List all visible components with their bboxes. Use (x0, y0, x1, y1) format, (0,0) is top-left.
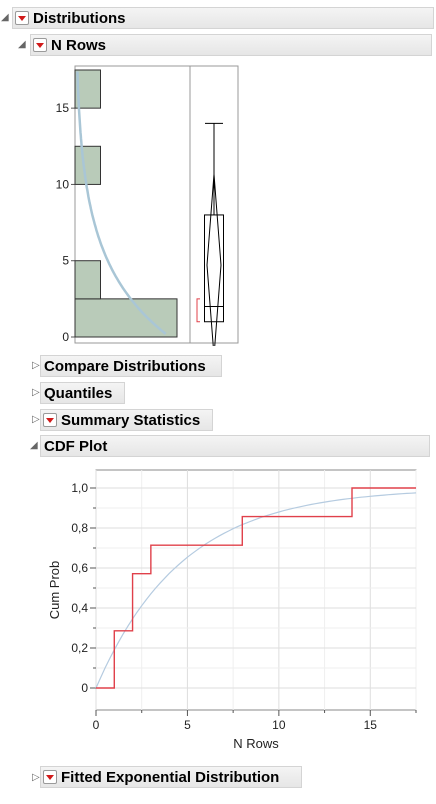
cdf-y-tick-label: 0,6 (71, 561, 88, 575)
n-rows-collapse-icon[interactable]: ◢ (18, 39, 28, 51)
histogram-plot: 0 5 10 15 (56, 65, 239, 346)
cdf-chart: 0 5 10 15 0 0,2 0,4 0,6 0,8 1,0 N Rows Cum Prob (47, 469, 417, 751)
cdf-x-tick-label: 5 (184, 718, 191, 732)
hist-y-tick-label: 15 (56, 101, 70, 115)
cdf-x-tick-label: 15 (364, 718, 378, 732)
hist-y-tick-label: 5 (62, 254, 69, 268)
cdf-y-tick-label: 0,8 (71, 521, 88, 535)
cdf-collapse-icon[interactable]: ◢ (30, 440, 40, 452)
n-rows-menu-icon[interactable] (33, 38, 47, 52)
cdf-y-tick-label: 0,2 (71, 641, 88, 655)
hist-y-tick-label: 10 (56, 177, 70, 191)
cdf-x-tick-label: 10 (272, 718, 286, 732)
summary-menu-icon[interactable] (43, 413, 57, 427)
distributions-menu-icon[interactable] (15, 11, 29, 25)
n-rows-header[interactable]: N Rows (30, 34, 432, 56)
cdf-y-axis-label: Cum Prob (47, 561, 62, 620)
cdf-x-axis-label: N Rows (233, 736, 279, 751)
summary-statistics-header[interactable]: Summary Statistics (40, 409, 213, 431)
cdf-x-tick-label: 0 (93, 718, 100, 732)
histogram-bar (74, 145, 101, 185)
distributions-collapse-icon[interactable]: ◢ (1, 12, 11, 24)
compare-distributions-header[interactable]: Compare Distributions (40, 355, 222, 377)
fitted-exponential-header[interactable]: Fitted Exponential Distribution (40, 766, 302, 788)
cdf-y-tick-label: 0 (81, 681, 88, 695)
hist-y-tick-label: 0 (62, 330, 69, 344)
cdf-plot-header[interactable]: CDF Plot (40, 435, 430, 457)
fitted-menu-icon[interactable] (43, 770, 57, 784)
quantiles-title: Quantiles (44, 385, 113, 402)
histogram-bar (74, 260, 101, 300)
distributions-title: Distributions (33, 10, 126, 27)
cdf-y-tick-label: 0,4 (71, 601, 88, 615)
cdf-plot-area (95, 469, 417, 711)
compare-distributions-title: Compare Distributions (44, 358, 206, 375)
quantiles-header[interactable]: Quantiles (40, 382, 125, 404)
n-rows-title: N Rows (51, 37, 107, 54)
summary-statistics-title: Summary Statistics (61, 412, 201, 429)
distributions-header[interactable]: Distributions (12, 7, 434, 29)
fitted-exponential-title: Fitted Exponential Distribution (61, 769, 280, 786)
cdf-y-tick-label: 1,0 (71, 481, 88, 495)
cdf-plot-title: CDF Plot (44, 438, 108, 455)
